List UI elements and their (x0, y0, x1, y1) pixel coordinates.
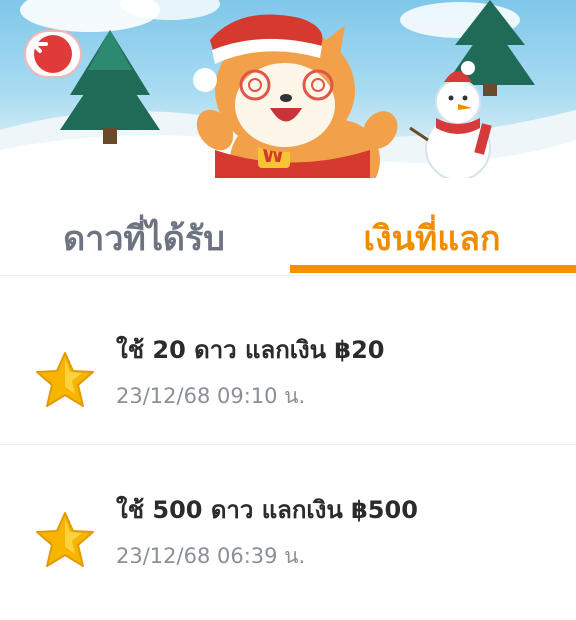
list-item[interactable]: ใช้ 20 ดาว แลกเงิน ฿20 23/12/68 09:10 น. (0, 320, 576, 460)
tab-money-redeemed[interactable]: เงินที่แลก (288, 208, 576, 268)
header-banner: W (0, 0, 576, 205)
tab-bar: ดาวที่ได้รับ เงินที่แลก (0, 178, 576, 278)
transaction-time: 23/12/68 06:39 น. (116, 544, 306, 568)
shiba-mascot: W (193, 14, 398, 205)
transaction-time: 23/12/68 09:10 น. (116, 384, 306, 408)
transaction-title: ใช้ 500 ดาว แลกเงิน ฿500 (116, 496, 418, 524)
star-icon (36, 352, 94, 407)
winter-scene-illustration: W (0, 0, 576, 205)
transaction-title: ใช้ 20 ดาว แลกเงิน ฿20 (116, 336, 385, 364)
row-divider (0, 444, 576, 445)
star-icon (36, 512, 94, 567)
tab-stars-received[interactable]: ดาวที่ได้รับ (0, 208, 288, 268)
content-sheet: ดาวที่ได้รับ เงินที่แลก ใช้ 20 ดาว แลกเง… (0, 178, 576, 580)
list-item[interactable]: ใช้ 500 ดาว แลกเงิน ฿500 23/12/68 06:39 … (0, 480, 576, 620)
back-button[interactable] (24, 30, 82, 78)
tab-divider (0, 275, 576, 276)
active-tab-indicator (290, 265, 576, 273)
back-arrow-icon (31, 35, 72, 73)
